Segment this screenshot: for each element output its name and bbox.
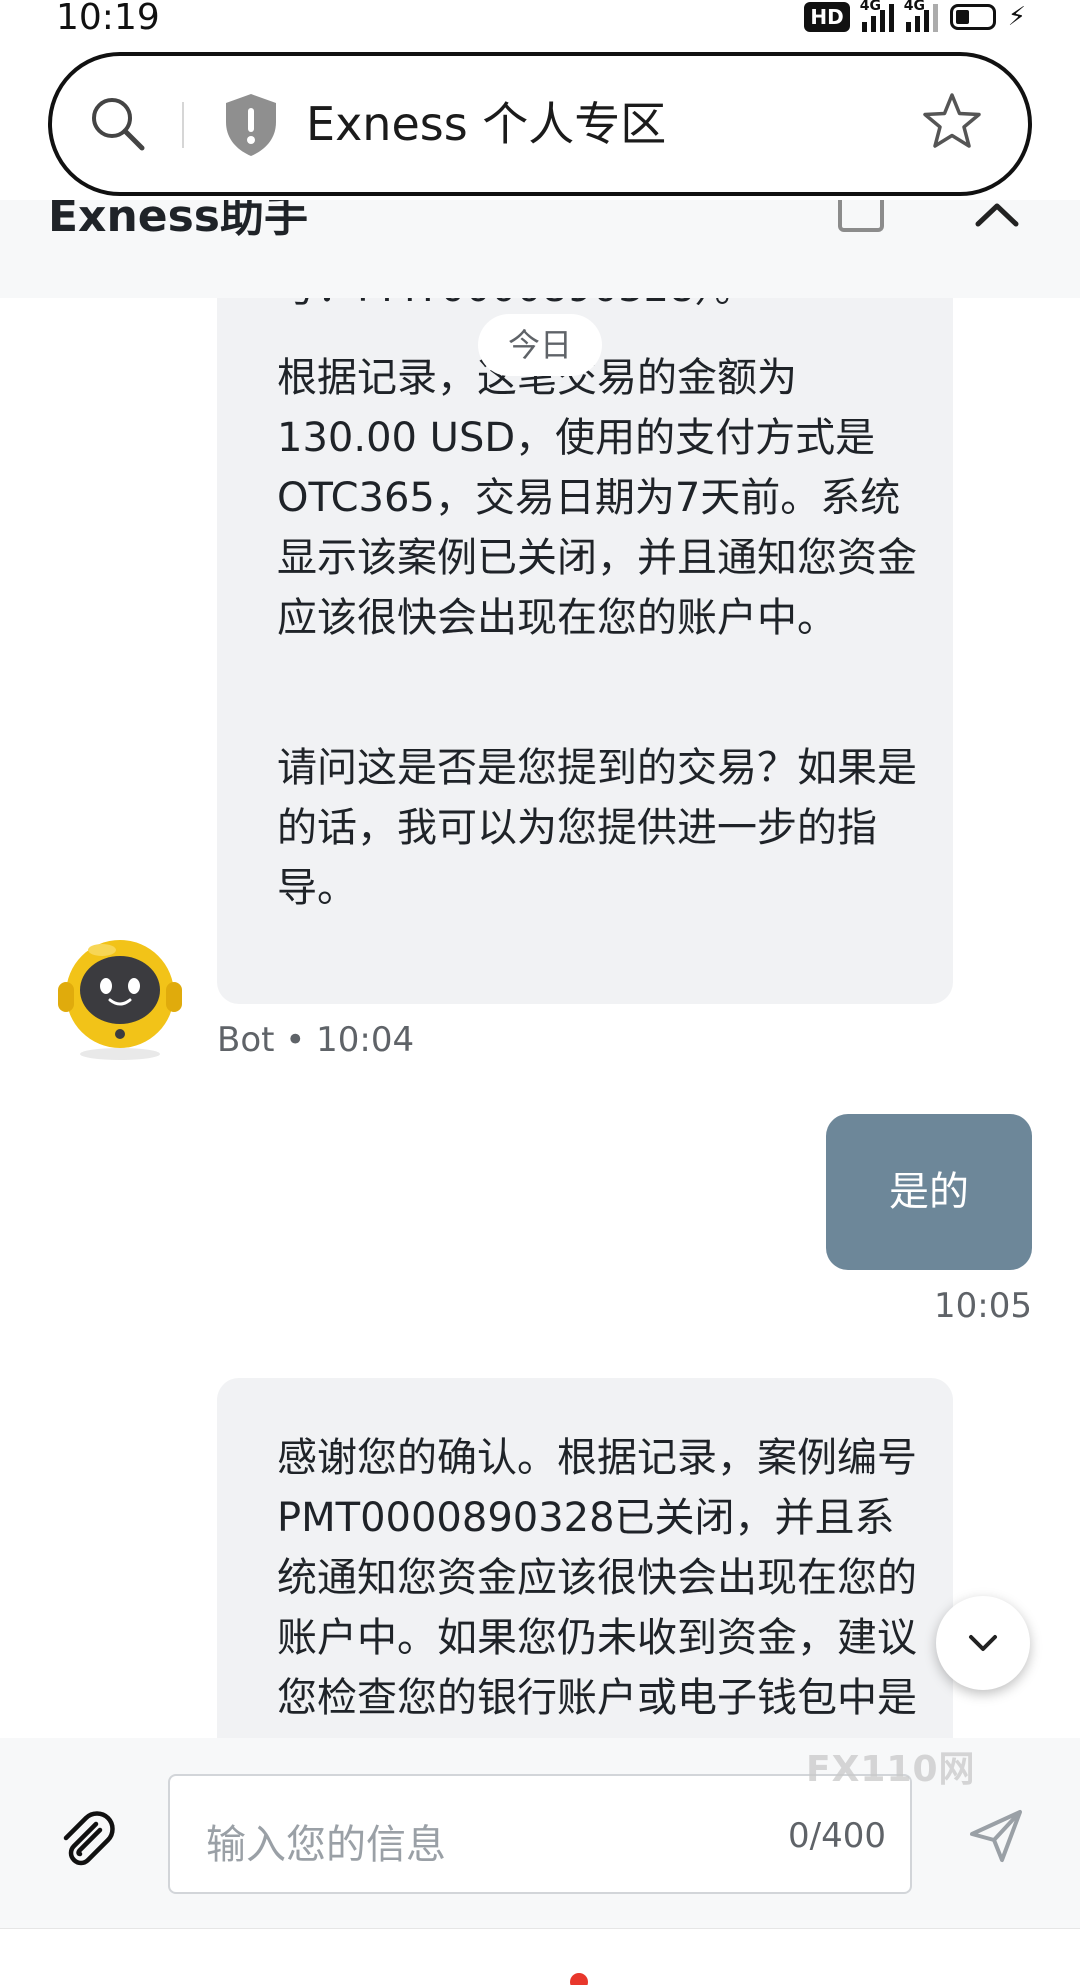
- watermark: FX110网: [806, 1749, 976, 1790]
- date-divider: 今日: [478, 314, 602, 376]
- scroll-to-bottom-button[interactable]: [936, 1596, 1030, 1690]
- copy-icon[interactable]: [838, 200, 884, 232]
- status-bar: 10:19 HD 4G 4G ⚡: [0, 0, 1080, 40]
- bot-message-meta: Bot • 10:04: [217, 1020, 415, 1060]
- attachment-icon[interactable]: [56, 1808, 116, 1872]
- message-paragraph: 感谢您的确认。根据记录，案例编号PMT0000890328已关闭，并且系统通知您…: [277, 1435, 917, 1738]
- chat-title: Exness助手: [48, 200, 308, 242]
- bot-message-bubble: 感谢您的确认。根据记录，案例编号PMT0000890328已关闭，并且系统通知您…: [217, 1378, 953, 1738]
- collapse-icon[interactable]: [972, 200, 1022, 234]
- message-paragraph: 号：PMT0000890328）。: [277, 298, 917, 318]
- shield-warning-icon[interactable]: [222, 92, 280, 162]
- chat-header: Exness助手: [0, 200, 1080, 298]
- hd-badge: HD: [804, 2, 850, 32]
- notification-dot: [570, 1973, 588, 1985]
- bot-avatar: [50, 926, 190, 1066]
- signal-icon-sim2: 4G: [904, 0, 938, 32]
- bottom-navigation: [0, 1928, 1080, 1985]
- bot-message-bubble: 号：PMT0000890328）。 根据记录，这笔交易的金额为130.00 US…: [217, 298, 953, 1004]
- address-bar[interactable]: Exness 个人专区: [48, 52, 1032, 196]
- status-time: 10:19: [56, 0, 160, 38]
- address-bar-divider: [182, 102, 184, 148]
- status-icons: HD 4G 4G ⚡: [804, 0, 1026, 32]
- message-paragraph: 根据记录，这笔交易的金额为130.00 USD，使用的支付方式是OTC365，交…: [277, 355, 917, 641]
- battery-icon: [949, 4, 996, 30]
- send-icon[interactable]: [964, 1804, 1028, 1872]
- charging-icon: ⚡: [1007, 2, 1026, 32]
- user-message-bubble: 是的: [826, 1114, 1032, 1270]
- character-counter: 0/400: [788, 1816, 886, 1856]
- chat-messages[interactable]: 号：PMT0000890328）。 根据记录，这笔交易的金额为130.00 US…: [0, 298, 1080, 1738]
- page-title[interactable]: Exness 个人专区: [306, 94, 666, 154]
- signal-icon-sim1: 4G: [860, 0, 894, 32]
- message-input-placeholder: 输入您的信息: [206, 1822, 446, 1868]
- user-message-time: 10:05: [934, 1286, 1032, 1326]
- chevron-down-icon: [969, 1635, 997, 1651]
- star-icon[interactable]: [920, 90, 984, 158]
- message-input[interactable]: 输入您的信息 0/400: [168, 1774, 912, 1894]
- message-paragraph: 请问这是否是您提到的交易？如果是的话，我可以为您提供进一步的指导。: [277, 745, 917, 911]
- search-icon[interactable]: [86, 92, 150, 160]
